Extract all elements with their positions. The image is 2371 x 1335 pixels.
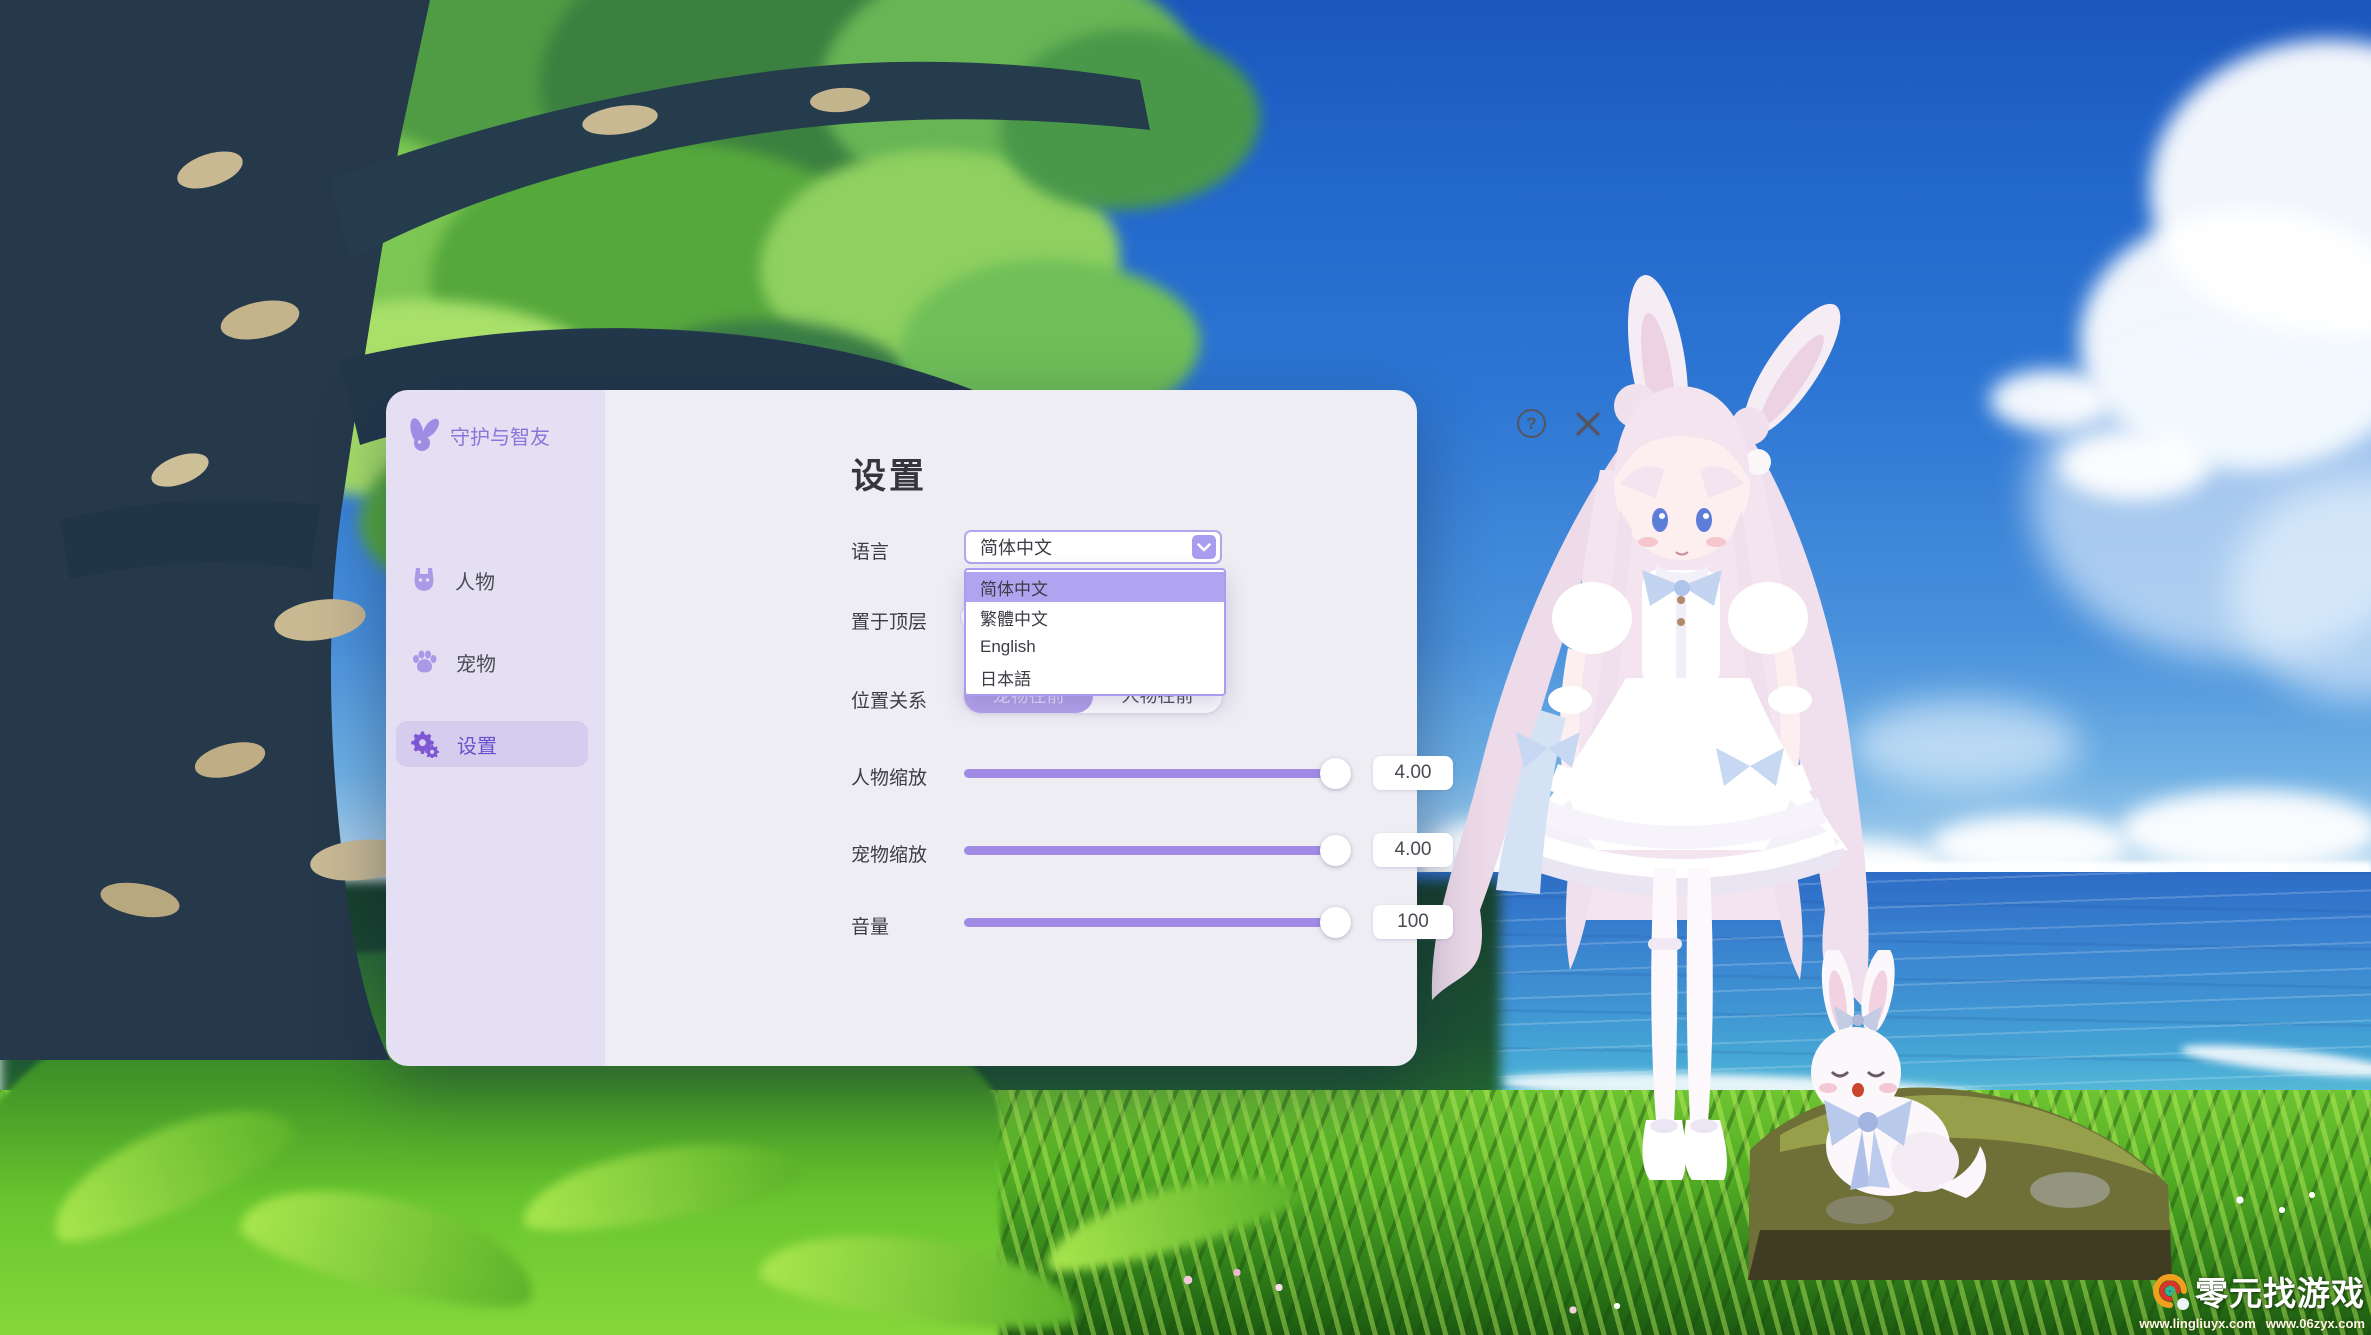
bunny-pet [1740,950,2180,1310]
white-flowers [2210,1180,2330,1230]
volume-label: 音量 [851,912,889,939]
language-label: 语言 [851,537,889,564]
watermark-url: www.06zyx.com [2266,1316,2365,1331]
settings-panel: ? 设置 语言 简体中文 置于顶层 位置关系 宠物在前 人物在前 简体 [605,390,1417,1066]
pet-scale-value: 4.00 [1373,833,1453,867]
slider-thumb[interactable] [1320,907,1351,938]
chevron-down-icon[interactable] [1192,535,1216,559]
app-title: 守护与智友 [450,421,550,450]
watermark-logo-icon [2150,1271,2190,1311]
sidebar-item-label: 设置 [457,730,497,759]
language-option-english[interactable]: English [966,632,1224,662]
slider-thumb[interactable] [1320,758,1351,789]
pet-scale-slider[interactable] [964,846,1347,855]
volume-value: 100 [1373,905,1453,939]
page-title: 设置 [851,448,927,499]
pink-flowers [1160,1255,1300,1305]
language-dropdown-menu: 简体中文 繁體中文 English 日本語 [964,568,1226,696]
sidebar: 守护与智友 人物 宠物 [386,390,605,1066]
character-scale-value: 4.00 [1373,756,1453,790]
character-icon [411,566,437,594]
volume-slider[interactable] [964,918,1347,927]
position-label: 位置关系 [851,686,927,713]
close-icon [1572,408,1604,440]
watermark-url: www.lingliuyx.com [2139,1316,2256,1331]
language-option-japanese[interactable]: 日本語 [966,662,1224,692]
always-on-top-label: 置于顶层 [851,607,927,634]
language-option-traditional-chinese[interactable]: 繁體中文 [966,602,1224,632]
pink-flowers [1540,1290,1650,1330]
settings-window: 守护与智友 人物 宠物 [386,390,1417,1066]
character-scale-slider[interactable] [964,769,1347,778]
language-option-simplified-chinese[interactable]: 简体中文 [966,572,1224,602]
sidebar-item-label: 宠物 [456,648,496,677]
language-select-value: 简体中文 [966,534,1052,560]
paw-icon [411,649,438,675]
watermark-site-name: 零元找游戏 [2195,1267,2365,1315]
sidebar-item-character[interactable]: 人物 [396,557,588,603]
cloud [1990,370,2110,430]
help-button[interactable]: ? [1517,409,1546,438]
language-select[interactable]: 简体中文 [964,530,1222,564]
help-icon: ? [1526,414,1536,434]
sidebar-item-label: 人物 [455,566,495,595]
app-logo-row: 守护与智友 [405,418,550,452]
character-scale-label: 人物缩放 [851,763,927,790]
app-logo-bunny-icon [405,418,441,452]
slider-thumb[interactable] [1320,835,1351,866]
cloud [2060,430,2210,500]
watermark: 零元找游戏 www.lingliuyx.com www.06zyx.com [2115,1267,2365,1331]
pet-scale-label: 宠物缩放 [851,840,927,867]
close-button[interactable] [1572,408,1604,440]
cloud [2120,790,2371,870]
sidebar-item-pet[interactable]: 宠物 [396,639,588,685]
sidebar-item-settings[interactable]: 设置 [396,721,588,767]
gear-icon [411,730,439,758]
